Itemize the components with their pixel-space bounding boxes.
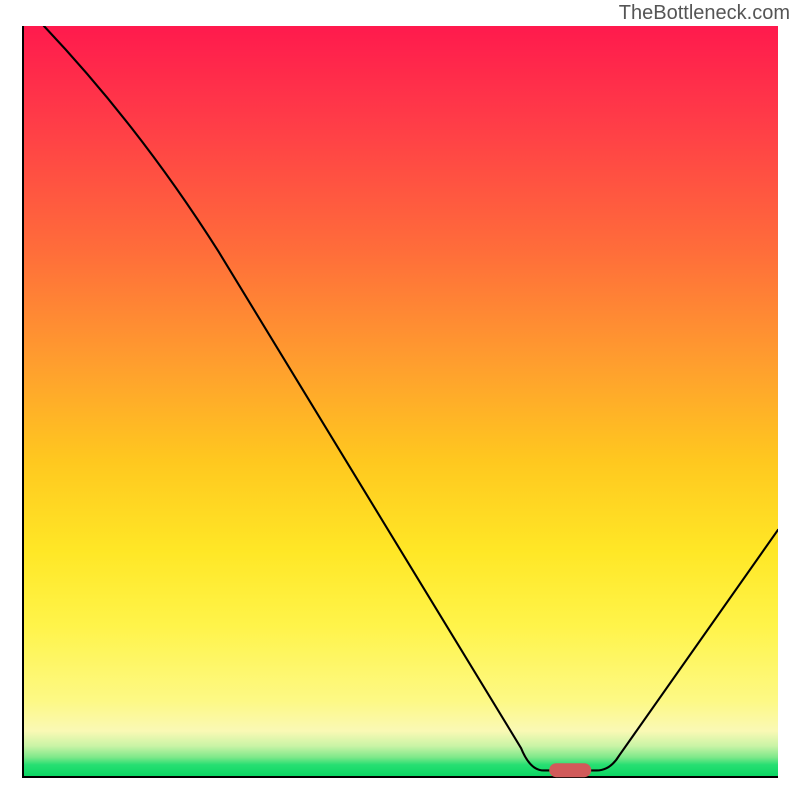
bottleneck-curve-svg [22,26,778,778]
optimal-marker [549,764,591,778]
watermark-text: TheBottleneck.com [619,2,790,25]
bottleneck-curve-path [44,26,778,770]
chart-container: TheBottleneck.com [0,0,800,800]
